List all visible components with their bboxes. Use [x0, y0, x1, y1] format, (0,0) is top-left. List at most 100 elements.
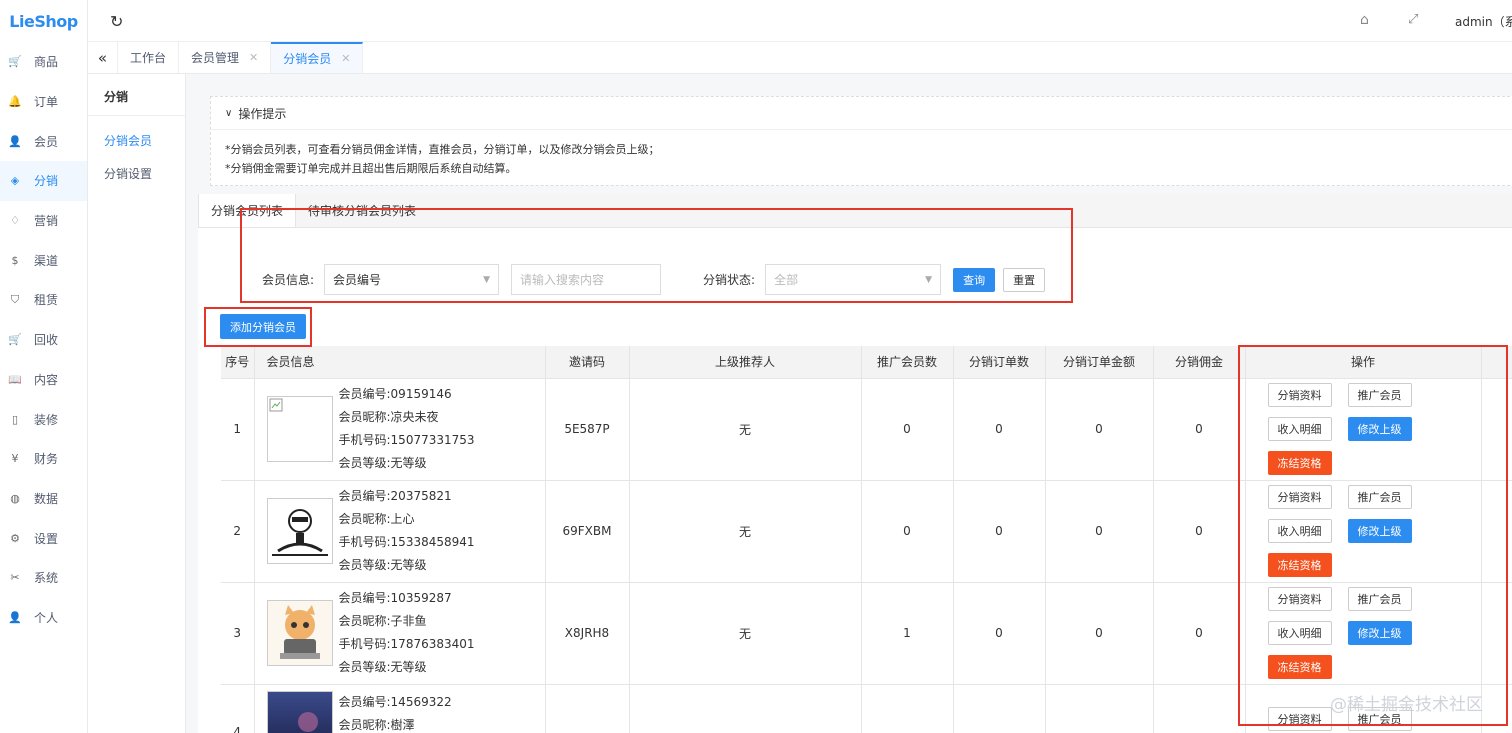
nav-item-label: 系统 [34, 571, 59, 586]
nav-item-2[interactable]: 👤 会员 [0, 121, 87, 161]
page-tab-label: 分销会员 [283, 52, 332, 66]
refresh-icon[interactable]: ↻ [110, 12, 123, 31]
member-field-select[interactable]: 会员编号 ▼ [324, 264, 500, 295]
nav-item-label: 装修 [34, 412, 59, 427]
page-tab-label: 工作台 [130, 51, 167, 65]
close-icon[interactable]: ✕ [341, 52, 350, 65]
nav-item-10[interactable]: ¥ 财务 [0, 439, 87, 479]
search-form: 会员信息: 会员编号 ▼ 分销状态: 全部 ▼ 查询 重置 [262, 264, 1046, 295]
nav-item-label: 营销 [34, 214, 59, 229]
status-value: 全部 [774, 273, 799, 287]
member-nickname: 会员昵称:凉央未夜 [338, 410, 439, 424]
distributor-table: 序号 会员信息 邀请码 上级推荐人 推广会员数 分销订单数 分销订单金额 分销佣金 操作 1 会员… [221, 346, 1512, 733]
promoted-members-button[interactable]: 推广会员 [1347, 587, 1412, 611]
user-icon: 👤 [8, 134, 22, 148]
freeze-button[interactable]: 冻结资格 [1267, 655, 1332, 679]
income-detail-button[interactable]: 收入明细 [1267, 519, 1332, 543]
freeze-button[interactable]: 冻结资格 [1267, 553, 1332, 577]
cell-orders: 0 [953, 480, 1046, 583]
column-header: 分销订单金额 [1045, 346, 1154, 379]
cell-parent: 无 [629, 480, 862, 583]
cell-amount [1045, 684, 1154, 733]
page-tab-1[interactable]: 会员管理 ✕ [179, 42, 272, 73]
page-tab-2[interactable]: 分销会员 ✕ [271, 42, 364, 73]
promoted-members-button[interactable]: 推广会员 [1347, 485, 1412, 509]
user-menu[interactable]: admin（系 [1455, 13, 1512, 30]
nav-item-label: 个人 [34, 610, 59, 625]
cell-member-info: 会员编号:10359287 会员昵称:子非鱼 手机号码:17876383401 会员等… [254, 582, 546, 685]
fullscreen-icon[interactable]: ⤢ [1408, 12, 1418, 27]
nav-item-7[interactable]: 🛒 回收 [0, 320, 87, 360]
member-phone: 手机号码:17876383401 [338, 637, 475, 651]
nav-item-8[interactable]: 📖 内容 [0, 360, 87, 400]
profile-button[interactable]: 分销资料 [1267, 587, 1332, 611]
promoted-members-button[interactable]: 推广会员 [1347, 383, 1412, 407]
submenu-item-members[interactable]: 分销会员 [88, 124, 185, 157]
page-tab-0[interactable]: 工作台 [118, 42, 180, 73]
nav-item-11[interactable]: ◍ 数据 [0, 479, 87, 519]
member-level: 会员等级:无等级 [338, 660, 427, 674]
submenu-item-settings[interactable]: 分销设置 [88, 157, 185, 190]
panel-tabs: 分销会员列表 待审核分销会员列表 [198, 194, 1512, 228]
tab-pending-list[interactable]: 待审核分销会员列表 [296, 194, 428, 227]
search-input[interactable] [511, 264, 662, 295]
status-select[interactable]: 全部 ▼ [765, 264, 942, 295]
cell-member-info: 会员编号:14569322 会员昵称:樹澤 [254, 684, 546, 733]
logo-part1: Lie [9, 11, 35, 31]
cell-commission: 0 [1153, 582, 1246, 685]
nav-item-3[interactable]: ◈ 分销 [0, 161, 87, 201]
income-detail-button[interactable]: 收入明细 [1267, 621, 1332, 645]
cell-promoted: 0 [861, 480, 954, 583]
tag-icon[interactable]: ⌂ [1360, 12, 1369, 28]
side-nav: Lie Shop 🛒 商品 🔔 订单 👤 会员 ◈ 分销 ♢ 营销 $ 渠道 ⛉ 租赁 🛒 回收 📖 内容 ▯ 装修 ¥ 财… [0, 0, 88, 733]
nav-item-label: 分销 [34, 174, 59, 189]
nav-item-0[interactable]: 🛒 商品 [0, 42, 87, 82]
diamond-icon: ♢ [10, 214, 20, 228]
add-distributor-button[interactable]: 添加分销会员 [220, 314, 306, 339]
nav-item-1[interactable]: 🔔 订单 [0, 82, 87, 122]
column-header: 上级推荐人 [629, 346, 862, 379]
reset-button[interactable]: 重置 [1003, 267, 1046, 292]
nav-item-label: 财务 [34, 452, 59, 467]
tips-header[interactable]: ∨ 操作提示 [211, 97, 1512, 130]
nav-item-14[interactable]: 👤 个人 [0, 598, 87, 638]
top-header: ↻ ⌂ ⤢ admin（系 [88, 0, 1512, 42]
gear-icon: ⚙ [10, 531, 20, 545]
cell-index: 4 [221, 684, 255, 733]
cell-orders: 0 [953, 378, 1046, 481]
bell-icon: 🔔 [8, 95, 22, 109]
column-header: 序号 [221, 346, 255, 379]
change-parent-button[interactable]: 修改上级 [1347, 417, 1412, 441]
query-button[interactable]: 查询 [953, 267, 996, 292]
profile-button[interactable]: 分销资料 [1267, 706, 1332, 731]
nav-item-5[interactable]: $ 渠道 [0, 240, 87, 280]
list-panel: 分销会员列表 待审核分销会员列表 会员信息: 会员编号 ▼ 分销状态: 全部 ▼… [198, 194, 1512, 733]
profile-button[interactable]: 分销资料 [1267, 485, 1332, 509]
change-parent-button[interactable]: 修改上级 [1347, 519, 1412, 543]
logo-part2: Shop [34, 11, 78, 31]
cell-invite: 69FXBM [545, 480, 630, 583]
member-nickname: 会员昵称:上心 [338, 512, 415, 526]
tab-member-list[interactable]: 分销会员列表 [198, 194, 297, 227]
collapse-icon[interactable]: « [88, 42, 118, 73]
chevron-down-icon: ▼ [483, 274, 491, 285]
chevron-down-icon: ▼ [925, 274, 933, 285]
avatar [266, 396, 333, 462]
nav-item-9[interactable]: ▯ 装修 [0, 399, 87, 439]
freeze-button[interactable]: 冻结资格 [1267, 451, 1332, 475]
member-phone: 手机号码:15338458941 [338, 535, 475, 549]
tip-line: *分销会员列表，可查看分销员佣金详情，直推会员，分销订单，以及修改分销会员上级； [225, 143, 660, 156]
book-icon: 📖 [8, 372, 22, 386]
dollar-icon: $ [11, 253, 19, 267]
globe-icon: ◍ [10, 491, 20, 505]
nav-item-13[interactable]: ✂ 系统 [0, 558, 87, 598]
profile-button[interactable]: 分销资料 [1267, 383, 1332, 407]
change-parent-button[interactable]: 修改上级 [1347, 621, 1412, 645]
logo[interactable]: Lie Shop [0, 0, 87, 42]
sub-menu: 分销 分销会员 分销设置 [88, 74, 186, 733]
nav-item-12[interactable]: ⚙ 设置 [0, 518, 87, 558]
income-detail-button[interactable]: 收入明细 [1267, 417, 1332, 441]
nav-item-4[interactable]: ♢ 营销 [0, 201, 87, 241]
nav-item-6[interactable]: ⛉ 租赁 [0, 280, 87, 320]
close-icon[interactable]: ✕ [249, 51, 258, 64]
